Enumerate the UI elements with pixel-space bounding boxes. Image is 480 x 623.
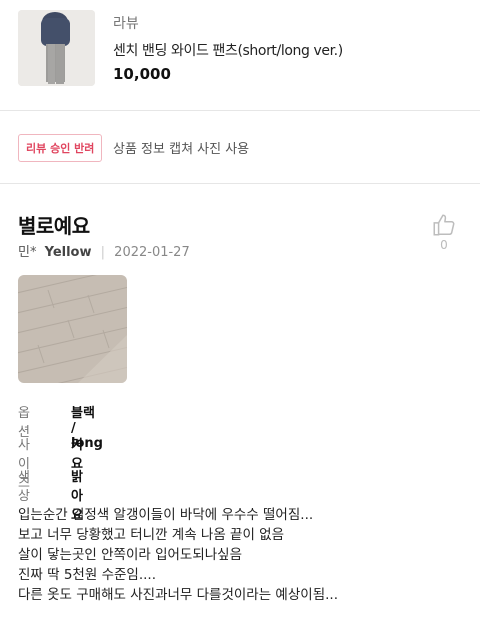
review-author: 민* (18, 245, 37, 260)
divider (0, 183, 480, 184)
review-body-line: 입는순간 검정색 알갱이들이 바닥에 우수수 떨어짐... (18, 507, 314, 523)
thumbs-up-icon (433, 214, 455, 236)
review-body-line: 진짜 딱 5천원 수준임.... (18, 567, 156, 583)
review-rejected-badge: 리뷰 승인 반려 (18, 134, 103, 162)
color-label: 색상 (18, 470, 30, 504)
review-body-line: 보고 너무 당황했고 터니깐 계속 나옴 끝이 없음 (18, 527, 285, 543)
product-brand: 라뷰 (113, 16, 139, 32)
review-photo[interactable] (18, 275, 127, 383)
product-thumbnail[interactable] (18, 10, 95, 86)
product-name[interactable]: 센치 밴딩 와이드 팬츠(short/long ver.) (113, 40, 343, 60)
product-price: 10,000 (113, 65, 171, 83)
review-title: 별로예요 (18, 214, 90, 238)
review-meta: 민* Yellow | 2022-01-27 (18, 241, 190, 260)
product-summary[interactable]: 라뷰 센치 밴딩 와이드 팬츠(short/long ver.) 10,000 (0, 0, 480, 110)
rejection-reason: 상품 정보 캡쳐 사진 사용 (113, 142, 250, 157)
review-status-row: 리뷰 승인 반려 상품 정보 캡쳐 사진 사용 (0, 111, 480, 183)
review-body: 입는순간 검정색 알갱이들이 바닥에 우수수 떨어짐... 보고 너무 당황했고… (18, 505, 458, 605)
meta-separator: | (100, 245, 106, 260)
review-date: 2022-01-27 (114, 245, 190, 260)
member-level: Yellow (44, 245, 92, 260)
like-button[interactable]: 0 (430, 212, 458, 252)
review-body-line: 다른 옷도 구매해도 사진과너무 다를것이라는 예상이됨... (18, 587, 338, 603)
review-body-line: 살이 닿는곳인 안쪽이라 입어도되나싶음 (18, 547, 243, 563)
like-count: 0 (440, 238, 448, 252)
